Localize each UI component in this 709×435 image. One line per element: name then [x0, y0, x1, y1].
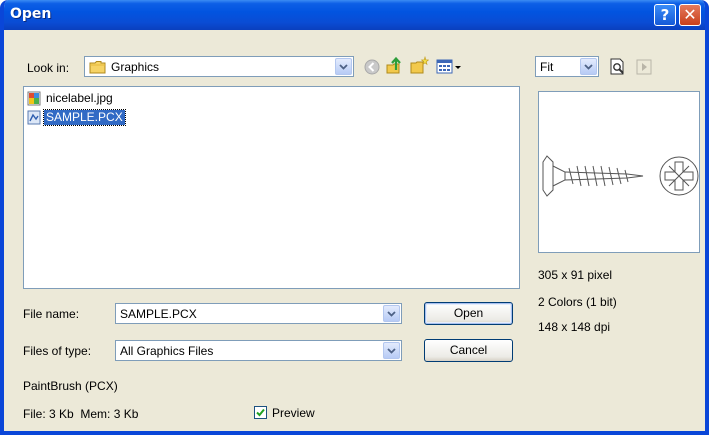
open-button[interactable]: Open — [424, 302, 513, 325]
title-bar[interactable]: Open ? ✕ — [4, 0, 705, 30]
zoom-dropdown-button[interactable] — [580, 58, 597, 75]
folder-icon — [89, 61, 106, 74]
screw-drawing-image — [542, 155, 699, 197]
cancel-button[interactable]: Cancel — [424, 339, 513, 362]
chevron-down-icon — [387, 348, 396, 354]
play-icon[interactable] — [634, 57, 654, 77]
new-folder-icon[interactable] — [409, 56, 429, 76]
file-format-text: PaintBrush (PCX) — [23, 379, 118, 393]
image-preview — [538, 91, 700, 253]
open-dialog: Open ? ✕ Look in: Graphics nicelabel.jpg… — [0, 0, 709, 435]
files-of-type-label: Files of type: — [23, 344, 92, 358]
dialog-title: Open — [10, 6, 52, 22]
files-of-type-value: All Graphics Files — [120, 344, 214, 358]
chevron-down-icon — [584, 64, 593, 70]
look-in-label: Look in: — [27, 61, 70, 75]
zoom-value: Fit — [540, 60, 554, 74]
files-of-type-select[interactable]: All Graphics Files — [115, 340, 402, 361]
close-button[interactable]: ✕ — [679, 4, 701, 26]
preview-checkbox[interactable] — [254, 406, 267, 419]
file-name-value: SAMPLE.PCX — [120, 307, 197, 321]
file-name-dropdown-button[interactable] — [383, 305, 400, 322]
image-dpi-text: 148 x 148 dpi — [538, 320, 611, 334]
help-button[interactable]: ? — [654, 4, 676, 26]
back-icon[interactable] — [362, 57, 382, 77]
chevron-down-icon — [387, 311, 396, 317]
look-in-combo[interactable]: Graphics — [84, 56, 354, 77]
file-name-text: SAMPLE.PCX — [43, 109, 126, 126]
image-colors-text: 2 Colors (1 bit) — [538, 295, 617, 309]
up-folder-icon[interactable] — [385, 56, 405, 76]
files-of-type-dropdown-button[interactable] — [383, 342, 400, 359]
file-stats-text: File: 3 Kb Mem: 3 Kb — [23, 407, 139, 421]
look-in-value: Graphics — [111, 60, 160, 74]
checkmark-icon — [256, 408, 265, 417]
pcx-file-icon — [27, 110, 41, 125]
jpg-file-icon — [27, 91, 41, 106]
preview-checkbox-label: Preview — [272, 406, 315, 420]
zoom-select[interactable]: Fit — [535, 56, 599, 77]
view-menu-icon[interactable] — [435, 57, 463, 77]
file-list[interactable]: nicelabel.jpg SAMPLE.PCX — [23, 86, 520, 289]
file-name-input[interactable]: SAMPLE.PCX — [115, 303, 402, 324]
chevron-down-icon — [339, 64, 348, 70]
image-size-text: 305 x 91 pixel — [538, 268, 613, 282]
file-name-text: nicelabel.jpg — [46, 91, 113, 105]
look-in-dropdown-button[interactable] — [335, 58, 352, 75]
zoom-page-icon[interactable] — [608, 57, 628, 77]
file-name-label: File name: — [23, 307, 80, 321]
